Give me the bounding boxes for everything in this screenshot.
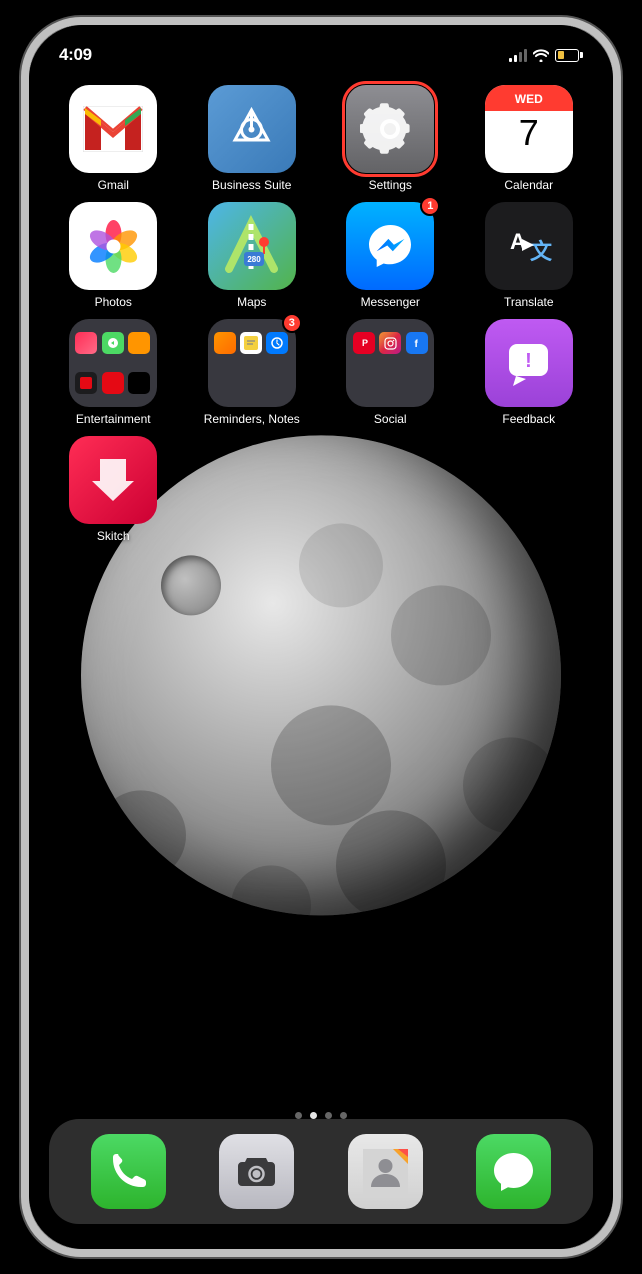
calendar-day-name: WED bbox=[515, 92, 543, 106]
wifi-icon bbox=[533, 49, 549, 61]
app-label-settings: Settings bbox=[369, 178, 412, 192]
app-label-calendar: Calendar bbox=[504, 178, 553, 192]
svg-text:A: A bbox=[510, 229, 526, 254]
dock-app-messages[interactable] bbox=[476, 1134, 551, 1209]
app-business-suite[interactable]: Business Suite bbox=[188, 85, 317, 192]
page-dots bbox=[29, 1112, 613, 1119]
app-label-feedback: Feedback bbox=[502, 412, 555, 426]
dock-app-phone[interactable] bbox=[91, 1134, 166, 1209]
app-social-folder[interactable]: P f Social bbox=[326, 319, 455, 426]
app-label-gmail: Gmail bbox=[98, 178, 129, 192]
messenger-badge: 1 bbox=[420, 196, 440, 216]
home-screen: Gmail Business Suite bbox=[29, 75, 613, 1129]
status-time: 4:09 bbox=[59, 45, 92, 65]
settings-highlight-ring bbox=[342, 81, 438, 177]
svg-text:P: P bbox=[362, 338, 368, 348]
app-calendar[interactable]: WED 7 Calendar bbox=[465, 85, 594, 192]
app-label-translate: Translate bbox=[504, 295, 554, 309]
screen: 4:09 bbox=[29, 25, 613, 1249]
app-label-social: Social bbox=[374, 412, 407, 426]
svg-text:280: 280 bbox=[248, 255, 262, 264]
phone-frame: 4:09 bbox=[21, 17, 621, 1257]
battery-icon bbox=[555, 49, 583, 62]
notch bbox=[241, 25, 401, 55]
app-maps[interactable]: 280 Maps bbox=[188, 202, 317, 309]
calendar-day-num: 7 bbox=[519, 112, 539, 153]
app-messenger[interactable]: 1 Messenger bbox=[326, 202, 455, 309]
svg-text:文: 文 bbox=[530, 239, 553, 264]
signal-icon bbox=[509, 48, 527, 62]
page-dot-2[interactable] bbox=[310, 1112, 317, 1119]
app-label-business-suite: Business Suite bbox=[212, 178, 291, 192]
app-label-entertainment: Entertainment bbox=[76, 412, 151, 426]
app-label-photos: Photos bbox=[95, 295, 132, 309]
app-gmail[interactable]: Gmail bbox=[49, 85, 178, 192]
app-label-reminders-notes: Reminders, Notes bbox=[204, 412, 300, 426]
app-translate[interactable]: A 文 Translate bbox=[465, 202, 594, 309]
app-entertainment-folder[interactable]: Entertainment bbox=[49, 319, 178, 426]
page-dot-1[interactable] bbox=[295, 1112, 302, 1119]
svg-text:!: ! bbox=[525, 350, 532, 372]
app-label-skitch: Skitch bbox=[97, 529, 130, 543]
app-photos[interactable]: Photos bbox=[49, 202, 178, 309]
dock-app-camera[interactable] bbox=[219, 1134, 294, 1209]
app-feedback[interactable]: ! Feedback bbox=[465, 319, 594, 426]
app-settings[interactable]: Settings bbox=[326, 85, 455, 192]
app-label-maps: Maps bbox=[237, 295, 266, 309]
app-reminders-notes-folder[interactable]: 3 Reminders, Notes bbox=[188, 319, 317, 426]
status-icons bbox=[509, 48, 583, 62]
app-skitch[interactable]: Skitch bbox=[49, 436, 178, 543]
app-label-messenger: Messenger bbox=[361, 295, 420, 309]
dock-app-contacts[interactable] bbox=[348, 1134, 423, 1209]
page-dot-4[interactable] bbox=[340, 1112, 347, 1119]
page-dot-3[interactable] bbox=[325, 1112, 332, 1119]
dock bbox=[49, 1119, 593, 1224]
reminders-badge: 3 bbox=[282, 313, 302, 333]
